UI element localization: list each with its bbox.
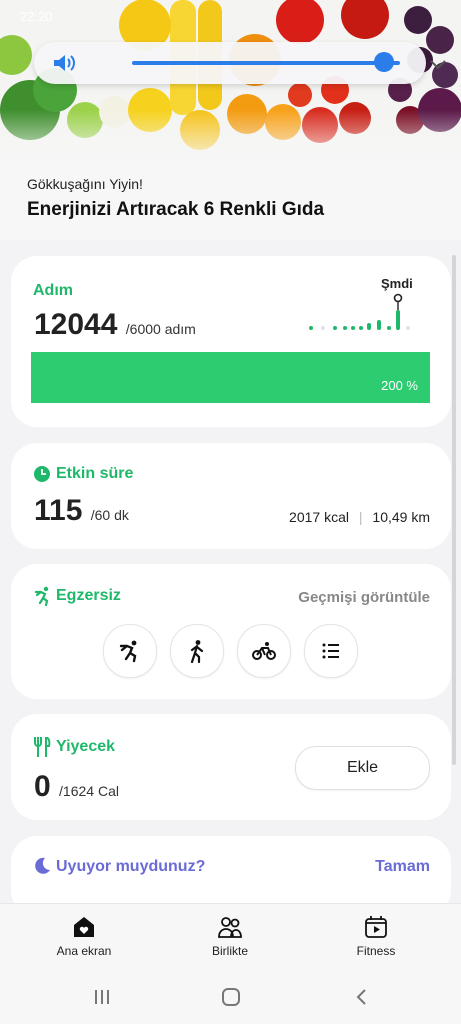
steps-now-label: Şmdi bbox=[381, 276, 413, 291]
exercise-running-button[interactable] bbox=[103, 624, 157, 678]
exercise-runner-icon bbox=[34, 586, 49, 606]
stats-separator: | bbox=[358, 509, 363, 525]
active-time-goal: /60 dk bbox=[90, 507, 129, 523]
sleep-confirm-button[interactable]: Tamam bbox=[375, 858, 430, 876]
active-time-kcal: 2017 kcal bbox=[289, 509, 349, 525]
recent-apps-icon[interactable] bbox=[92, 987, 112, 1007]
banner-title: Enerjinizi Artıracak 6 Renkli Gıda bbox=[27, 199, 325, 220]
home-heart-icon bbox=[74, 917, 94, 937]
steps-progress-bar: 200 % bbox=[31, 352, 430, 403]
active-time-distance: 10,49 km bbox=[372, 509, 430, 525]
steps-goal: /6000 adım bbox=[125, 321, 196, 337]
exercise-title: Egzersiz bbox=[56, 587, 121, 604]
nav-label-together: Birlikte bbox=[211, 944, 248, 958]
steps-count: 12044 bbox=[34, 308, 118, 341]
system-nav-bar bbox=[0, 974, 461, 1024]
scrollbar[interactable] bbox=[452, 255, 456, 765]
bottom-nav: Ana ekran Birlikte Fitness bbox=[0, 903, 461, 975]
banner[interactable]: 22:20 Gökkuşağını Yiyin! Enerjinizi Artı… bbox=[0, 0, 461, 240]
chevron-down-icon[interactable] bbox=[426, 54, 450, 74]
home-button-icon[interactable] bbox=[221, 987, 241, 1007]
steps-card[interactable]: Adım 12044 /6000 adım Şmdi 200 % bbox=[11, 256, 451, 427]
speaker-icon[interactable] bbox=[52, 53, 76, 73]
exercise-list-button[interactable] bbox=[304, 624, 358, 678]
nav-label-fitness: Fitness bbox=[356, 944, 396, 958]
steps-count-row: 12044 /6000 adım bbox=[34, 308, 196, 342]
steps-title: Adım bbox=[33, 282, 73, 299]
nav-label-home: Ana ekran bbox=[56, 944, 112, 958]
active-time-row: 115 /60 dk bbox=[34, 494, 129, 528]
sleep-question: Uyuyor muydunuz? bbox=[56, 858, 206, 875]
banner-subtitle: Gökkuşağını Yiyin! bbox=[27, 176, 143, 192]
food-card[interactable]: Yiyecek 0 /1624 Cal Ekle bbox=[11, 714, 451, 820]
clock-icon bbox=[34, 466, 50, 482]
back-icon[interactable] bbox=[352, 987, 372, 1007]
fitness-video-icon bbox=[365, 916, 387, 938]
fork-knife-icon bbox=[34, 737, 51, 757]
moon-icon bbox=[35, 857, 50, 874]
exercise-card[interactable]: Egzersiz Geçmişi görüntüle bbox=[11, 564, 451, 699]
nav-item-home[interactable]: Ana ekran bbox=[34, 914, 134, 958]
active-time-minutes: 115 bbox=[34, 494, 83, 527]
food-add-button[interactable]: Ekle bbox=[295, 746, 430, 790]
steps-hourly-chart bbox=[309, 293, 410, 330]
banner-fade bbox=[0, 110, 461, 170]
food-row: 0 /1624 Cal bbox=[34, 770, 119, 804]
volume-slider-knob[interactable] bbox=[373, 52, 394, 72]
food-calories: 0 bbox=[34, 770, 51, 803]
walking-icon bbox=[190, 640, 204, 663]
volume-panel[interactable] bbox=[34, 42, 446, 84]
status-time: 22:20 bbox=[20, 9, 53, 24]
food-title: Yiyecek bbox=[56, 738, 116, 755]
list-icon bbox=[322, 643, 339, 659]
volume-slider-track[interactable] bbox=[132, 61, 400, 65]
status-bar: 22:20 bbox=[20, 6, 441, 28]
nav-item-together[interactable]: Birlikte bbox=[180, 914, 280, 958]
exercise-history-link[interactable]: Geçmişi görüntüle bbox=[298, 589, 430, 606]
active-time-title: Etkin süre bbox=[56, 465, 134, 482]
exercise-walking-button[interactable] bbox=[170, 624, 224, 678]
active-time-stats: 2017 kcal | 10,49 km bbox=[289, 509, 430, 525]
steps-percent: 200 % bbox=[381, 378, 418, 393]
active-time-card[interactable]: Etkin süre 115 /60 dk 2017 kcal | 10,49 … bbox=[11, 443, 451, 549]
exercise-cycling-button[interactable] bbox=[237, 624, 291, 678]
people-icon bbox=[218, 917, 242, 938]
running-icon bbox=[119, 640, 137, 663]
food-goal: /1624 Cal bbox=[59, 783, 119, 799]
cycling-icon bbox=[252, 642, 276, 660]
nav-item-fitness[interactable]: Fitness bbox=[326, 914, 426, 958]
